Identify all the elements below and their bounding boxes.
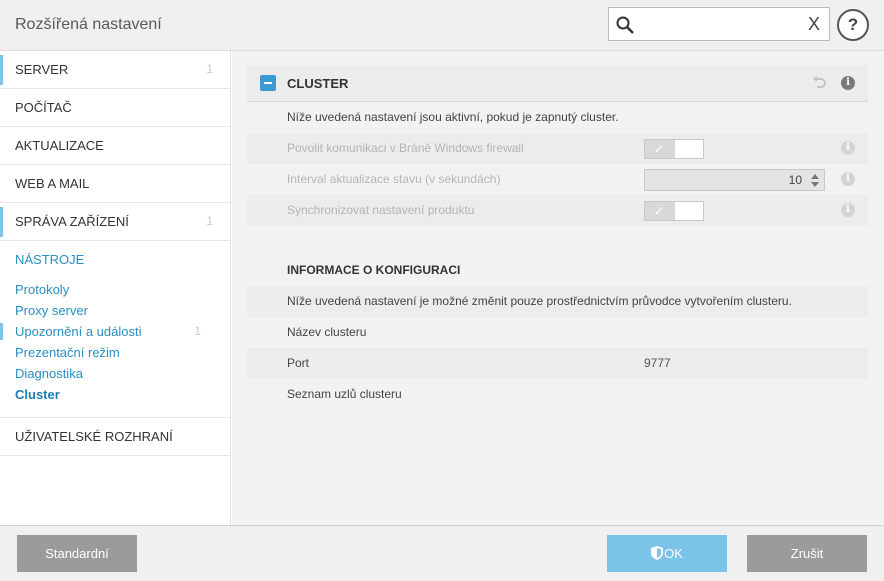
sync-toggle[interactable] (644, 201, 704, 221)
config-label: Seznam uzlů clusteru (287, 387, 402, 401)
shield-icon (651, 546, 664, 560)
sidebar-item-label: POČÍTAČ (15, 100, 72, 115)
sidebar-item-label: SERVER (15, 62, 69, 77)
sidebar-item-count: 1 (194, 324, 201, 338)
undo-icon[interactable] (811, 75, 827, 91)
info-icon[interactable]: i (841, 203, 855, 217)
setting-row-sync: Synchronizovat nastavení produktu i (247, 195, 868, 226)
sidebar-section-tools: NÁSTROJE Protokoly Proxy server Upozorně… (0, 241, 230, 418)
check-icon (645, 140, 675, 158)
sidebar-item-tools[interactable]: NÁSTROJE (0, 241, 230, 279)
config-section-title: INFORMACE O KONFIGURACI (287, 263, 461, 277)
sidebar-subitem-diagnostics[interactable]: Diagnostika (0, 363, 230, 384)
info-icon[interactable]: i (841, 141, 855, 155)
collapse-icon[interactable] (260, 75, 276, 91)
sidebar-item-label: AKTUALIZACE (15, 138, 104, 153)
sidebar-item-computer[interactable]: POČÍTAČ (0, 89, 230, 127)
cancel-button[interactable]: Zrušit (747, 535, 867, 572)
sidebar-item-count: 1 (206, 214, 213, 228)
interval-value: 10 (788, 173, 802, 187)
sidebar: SERVER 1 POČÍTAČ AKTUALIZACE WEB A MAIL … (0, 51, 231, 525)
sidebar-item-label: UŽIVATELSKÉ ROZHRANÍ (15, 429, 173, 444)
standard-button[interactable]: Standardní (17, 535, 137, 572)
config-label: Port (287, 356, 310, 370)
config-value: 9777 (644, 356, 671, 370)
sidebar-item-device-control[interactable]: SPRÁVA ZAŘÍZENÍ 1 (0, 203, 230, 241)
setting-row-firewall: Povolit komunikaci v Bráně Windows firew… (247, 133, 868, 164)
sidebar-item-update[interactable]: AKTUALIZACE (0, 127, 230, 165)
config-note: Níže uvedená nastavení je možné změnit p… (287, 294, 792, 308)
search-icon (616, 16, 634, 34)
intro-row: Níže uvedená nastavení jsou aktivní, pok… (247, 102, 868, 133)
panel-title: CLUSTER (287, 76, 349, 91)
info-icon[interactable]: i (841, 172, 855, 186)
sidebar-item-label: WEB A MAIL (15, 176, 90, 191)
config-note-row: Níže uvedená nastavení je možné změnit p… (247, 286, 868, 317)
interval-stepper[interactable]: 10 (644, 169, 825, 191)
footer: Standardní OK Zrušit (0, 525, 884, 581)
firewall-toggle[interactable] (644, 139, 704, 159)
sidebar-subitem-proxy[interactable]: Proxy server (0, 300, 230, 321)
sidebar-subitem-cluster[interactable]: Cluster (0, 384, 230, 405)
config-row-port: Port 9777 (247, 348, 868, 379)
sidebar-subitem-presentation[interactable]: Prezentační režim (0, 342, 230, 363)
sidebar-item-label: SPRÁVA ZAŘÍZENÍ (15, 214, 129, 229)
check-icon (645, 202, 675, 220)
config-row-nodes: Seznam uzlů clusteru (247, 379, 868, 410)
config-row-name: Název clusteru (247, 317, 868, 348)
cluster-panel: CLUSTER i Níže uvedená nastavení jsou ak… (247, 65, 868, 410)
config-label: Název clusteru (287, 325, 367, 339)
sidebar-subitem-notifications[interactable]: Upozornění a události 1 (0, 321, 230, 342)
sidebar-item-web-mail[interactable]: WEB A MAIL (0, 165, 230, 203)
setting-label: Povolit komunikaci v Bráně Windows firew… (287, 141, 524, 155)
sidebar-subitem-label: Upozornění a události (15, 324, 142, 339)
sidebar-subitem-logs[interactable]: Protokoly (0, 279, 230, 300)
sidebar-item-count: 1 (206, 62, 213, 76)
sidebar-item-user-interface[interactable]: UŽIVATELSKÉ ROZHRANÍ (0, 418, 230, 456)
window-title: Rozšířená nastavení (15, 16, 162, 33)
panel-header: CLUSTER i (247, 65, 868, 102)
intro-text: Níže uvedená nastavení jsou aktivní, pok… (287, 110, 619, 124)
stepper-down-icon[interactable] (811, 182, 819, 187)
stepper-up-icon[interactable] (811, 174, 819, 179)
info-icon[interactable]: i (841, 76, 855, 90)
clear-icon[interactable]: X (805, 14, 823, 34)
setting-label: Interval aktualizace stavu (v sekundách) (287, 172, 501, 186)
setting-label: Synchronizovat nastavení produktu (287, 203, 475, 217)
title-bar: Rozšířená nastavení X ? (0, 0, 884, 51)
main-content: CLUSTER i Níže uvedená nastavení jsou ak… (232, 51, 884, 525)
search-box[interactable]: X (608, 7, 830, 41)
ok-label: OK (664, 546, 683, 561)
ok-button[interactable]: OK (607, 535, 727, 572)
setting-row-interval: Interval aktualizace stavu (v sekundách)… (247, 164, 868, 195)
sidebar-item-server[interactable]: SERVER 1 (0, 51, 230, 89)
help-icon[interactable]: ? (837, 9, 869, 41)
